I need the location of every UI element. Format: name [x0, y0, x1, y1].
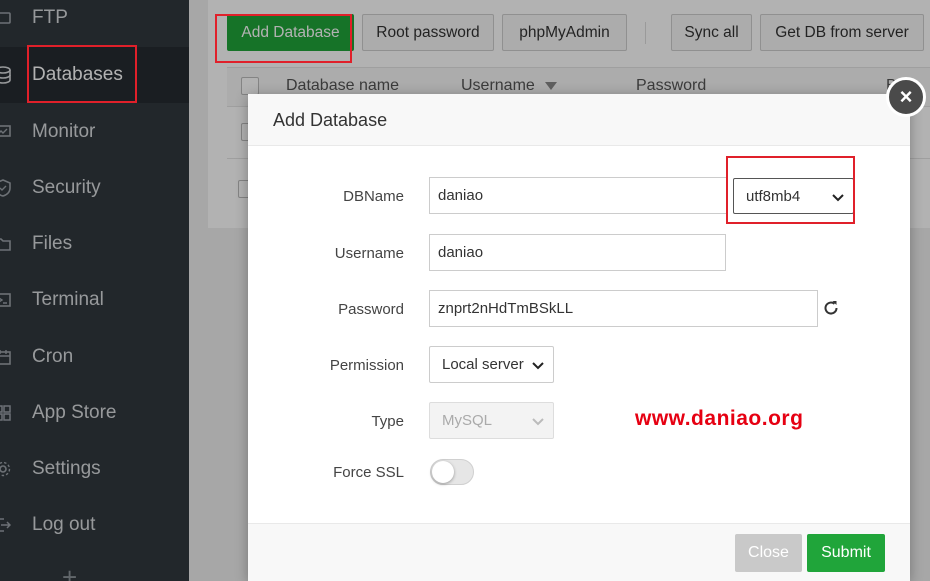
type-label: Type: [371, 413, 404, 430]
close-icon[interactable]: ×: [886, 77, 926, 117]
dialog-title: Add Database: [273, 110, 388, 130]
password-input[interactable]: znprt2nHdTmBSkLL: [429, 290, 818, 327]
dialog-header: Add Database: [248, 94, 910, 146]
toggle-knob: [432, 461, 454, 483]
username-input[interactable]: daniao: [429, 234, 726, 271]
dbname-input[interactable]: daniao: [429, 177, 727, 214]
close-button[interactable]: Close: [735, 534, 802, 572]
highlight-box-add-database: [215, 14, 352, 63]
watermark-text: www.daniao.org: [635, 407, 804, 430]
password-label: Password: [338, 301, 404, 318]
highlight-box-charset: [726, 156, 855, 224]
permission-select[interactable]: Local server: [429, 346, 554, 383]
submit-button[interactable]: Submit: [807, 534, 885, 572]
chevron-down-icon: [532, 418, 544, 426]
highlight-box-databases: [27, 45, 137, 103]
force-ssl-toggle[interactable]: [430, 459, 474, 485]
chevron-down-icon: [532, 362, 544, 370]
refresh-icon[interactable]: [822, 299, 840, 317]
dbname-label: DBName: [343, 188, 404, 205]
force-ssl-label: Force SSL: [333, 464, 404, 481]
username-label: Username: [334, 245, 404, 262]
permission-label: Permission: [329, 357, 404, 374]
type-select[interactable]: MySQL: [429, 402, 554, 439]
